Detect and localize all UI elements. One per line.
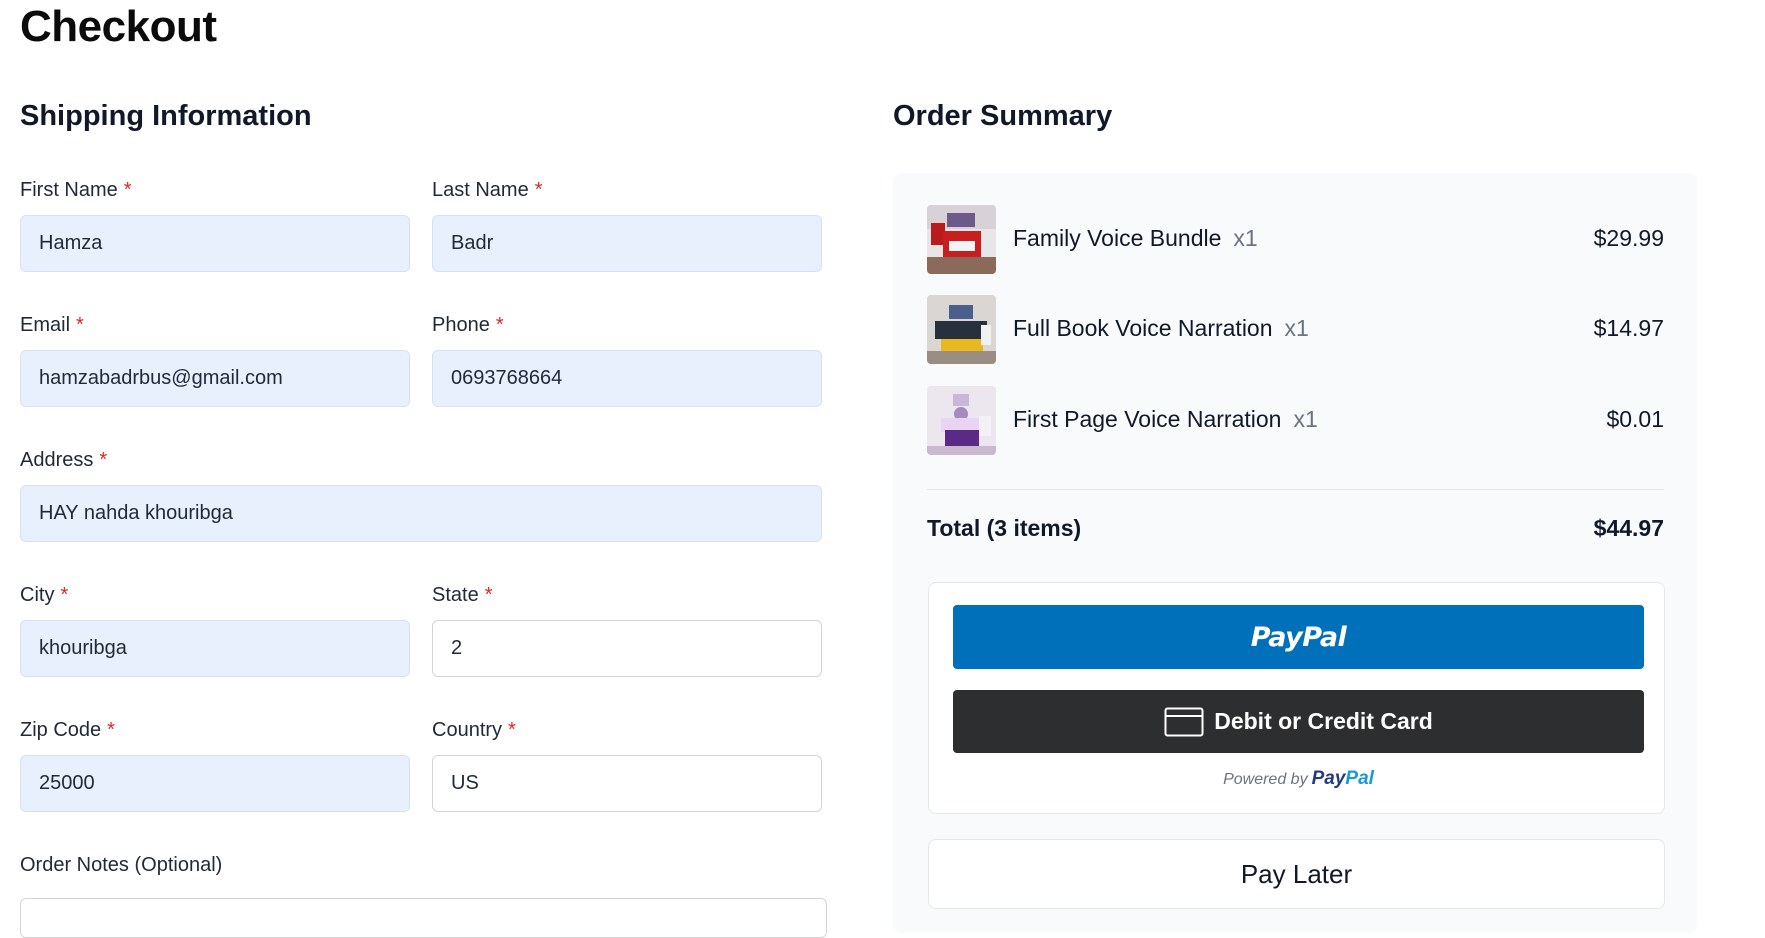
required-mark: * (60, 584, 69, 606)
item-quantity: x1 (1293, 406, 1318, 432)
last-name-label: Last Name * (432, 179, 543, 201)
order-notes-label: Order Notes (Optional) (20, 854, 223, 876)
product-thumbnail (927, 205, 996, 274)
paypal-small-logo: PayPal (1311, 768, 1374, 789)
phone-label: Phone * (432, 314, 504, 336)
order-summary-panel (893, 173, 1697, 933)
card-button-label: Debit or Credit Card (1214, 708, 1433, 734)
email-field[interactable]: hamzabadrbus@gmail.com (20, 350, 410, 407)
required-mark: * (534, 179, 543, 201)
item-price: $0.01 (1606, 406, 1664, 432)
required-mark: * (508, 719, 516, 741)
city-field[interactable]: khouribga (20, 620, 410, 677)
first-name-field[interactable]: Hamza (20, 215, 410, 272)
state-label: State * (432, 584, 493, 606)
powered-by-paypal: Powered by PayPal (953, 768, 1644, 790)
item-quantity: x1 (1284, 315, 1309, 341)
state-field[interactable]: 2 (432, 620, 822, 677)
required-mark: * (76, 314, 84, 336)
required-mark: * (99, 449, 108, 471)
debit-credit-card-button[interactable]: Debit or Credit Card (953, 690, 1644, 753)
item-name: Full Book Voice Narration x1 (1013, 315, 1309, 341)
required-mark: * (123, 179, 132, 201)
first-name-label: First Name * (20, 179, 132, 201)
credit-card-icon (1164, 707, 1204, 737)
item-quantity: x1 (1233, 225, 1258, 251)
shipping-section-title: Shipping Information (20, 100, 312, 132)
phone-field[interactable]: 0693768664 (432, 350, 822, 407)
item-name: First Page Voice Narration x1 (1013, 406, 1318, 432)
address-field[interactable]: HAY nahda khouribga (20, 485, 822, 542)
required-mark: * (495, 314, 504, 336)
product-thumbnail (927, 386, 996, 455)
city-label: City * (20, 584, 69, 606)
total-value: $44.97 (1593, 515, 1664, 541)
required-mark: * (107, 719, 115, 741)
paypal-button[interactable]: PayPal (953, 605, 1644, 669)
order-summary-title: Order Summary (893, 100, 1113, 132)
required-mark: * (484, 584, 493, 606)
order-item: First Page Voice Narration x1 $0.01 (927, 386, 1664, 456)
zip-code-label: Zip Code * (20, 719, 115, 741)
country-field[interactable]: US (432, 755, 822, 812)
zip-code-field[interactable]: 25000 (20, 755, 410, 812)
total-label: Total (3 items) (927, 515, 1082, 541)
country-label: Country * (432, 719, 516, 741)
last-name-field[interactable]: Badr (432, 215, 822, 272)
paypal-logo: PayPal (1250, 621, 1347, 653)
order-item: Full Book Voice Narration x1 $14.97 (927, 295, 1664, 365)
item-price: $14.97 (1593, 315, 1664, 341)
email-label: Email * (20, 314, 84, 336)
order-item: Family Voice Bundle x1 $29.99 (927, 205, 1664, 275)
item-price: $29.99 (1593, 225, 1664, 251)
summary-divider (927, 489, 1664, 490)
pay-later-button[interactable]: Pay Later (928, 839, 1665, 909)
address-label: Address * (20, 449, 108, 471)
item-name: Family Voice Bundle x1 (1013, 225, 1258, 251)
page-title: Checkout (20, 2, 217, 51)
order-notes-field[interactable] (20, 898, 827, 938)
product-thumbnail (927, 295, 996, 364)
powered-by-text: Powered by (1223, 771, 1308, 788)
